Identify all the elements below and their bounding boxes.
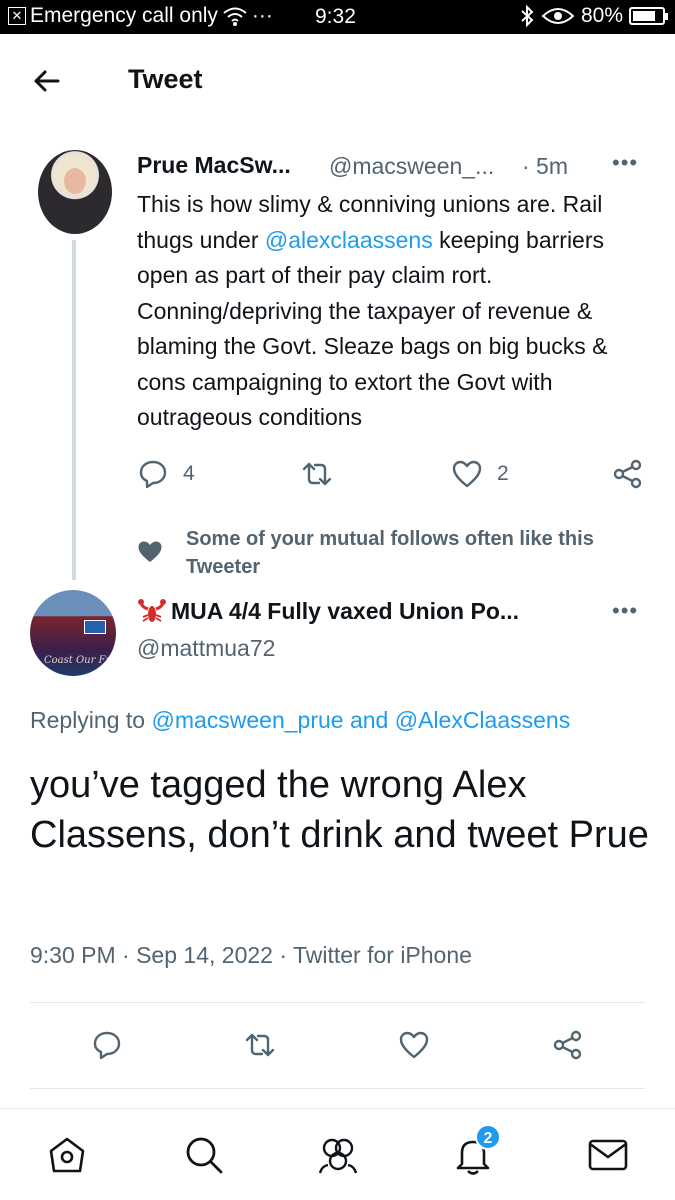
avatar[interactable] [38, 150, 112, 234]
more-options-icon[interactable]: ••• [612, 150, 638, 176]
battery-percent: 80% [580, 4, 623, 27]
replying-prefix: Replying to [30, 707, 152, 733]
more-status-dots: ··· [251, 4, 273, 27]
author-name-text: MUA 4/4 Fully vaxed Union Po... [171, 598, 520, 624]
reply-icon [93, 1031, 121, 1060]
status-left: ✕ Emergency call only ··· [8, 4, 273, 28]
wifi-icon [223, 7, 247, 26]
share-icon [613, 459, 642, 489]
tweet-text-end: keeping barriers open as part of their p… [137, 226, 608, 431]
author-handle[interactable]: @mattmua72 [137, 635, 275, 662]
retweet-icon [245, 1033, 275, 1057]
nav-home[interactable] [45, 1133, 89, 1177]
notification-badge: 2 [475, 1124, 501, 1150]
battery-fill [633, 11, 656, 21]
share-button[interactable] [612, 458, 644, 490]
lobster-emoji-icon [138, 598, 166, 622]
mention-link[interactable]: @alexclaassens [265, 227, 433, 253]
avatar-caption: Coast Our Fu [44, 655, 112, 666]
search-icon [186, 1137, 223, 1174]
share-icon [553, 1030, 582, 1060]
tweet-metadata: 9:30 PM · Sep 14, 2022 · Twitter for iPh… [30, 942, 472, 968]
tweet-text: you’ve tagged the wrong Alex Classens, d… [30, 764, 649, 856]
avatar-face [64, 168, 86, 194]
heart-icon [399, 1031, 429, 1059]
more-options-icon[interactable]: ••• [612, 598, 638, 624]
carrier-text: Emergency call only [30, 4, 218, 27]
divider [30, 1088, 645, 1089]
heart-filled-icon [138, 541, 162, 562]
reply-count: 4 [183, 462, 195, 485]
nav-communities[interactable] [316, 1133, 360, 1177]
heart-icon [452, 460, 482, 488]
retweet-icon [302, 462, 332, 486]
like-button[interactable]: 2 [451, 458, 509, 490]
divider [30, 1002, 645, 1003]
retweet-button[interactable] [244, 1029, 276, 1061]
retweet-button[interactable] [301, 458, 333, 490]
thread-connector-line [72, 240, 76, 580]
reply-icon [139, 460, 167, 489]
status-bar: ✕ Emergency call only ··· 9:32 80% [0, 0, 675, 34]
page-title: Tweet [128, 64, 203, 94]
tweet-text: This is how slimy & conniving unions are… [137, 187, 657, 436]
battery-icon [629, 7, 668, 25]
social-context-label: Some of your mutual follows often like t… [186, 528, 594, 578]
back-arrow-icon[interactable] [30, 64, 64, 98]
nav-search[interactable] [182, 1133, 226, 1177]
reply-button[interactable] [91, 1029, 123, 1061]
bottom-navigation [0, 1108, 675, 1200]
clock: 9:32 [315, 5, 356, 28]
no-sim-icon: ✕ [8, 7, 26, 25]
like-count: 2 [497, 462, 509, 485]
replying-to-mentions[interactable]: @macsween_prue and @AlexClaassens [151, 707, 570, 733]
eye-icon [541, 8, 575, 24]
share-button[interactable] [552, 1029, 584, 1061]
mail-icon [588, 1139, 628, 1171]
like-button[interactable] [398, 1029, 430, 1061]
avatar-flag [84, 620, 106, 634]
tweet-timestamp: · 5m [522, 153, 568, 179]
communities-icon [318, 1138, 358, 1174]
author-name[interactable]: MUA 4/4 Fully vaxed Union Po... [137, 598, 519, 625]
status-right: 80% [519, 4, 668, 28]
author-handle[interactable]: @macsween_... [329, 153, 494, 180]
avatar[interactable]: Coast Our Fu [30, 590, 116, 676]
home-icon [49, 1137, 85, 1173]
bluetooth-icon [521, 5, 534, 27]
author-name[interactable]: Prue MacSw... [137, 152, 291, 179]
reply-button[interactable]: 4 [137, 458, 195, 490]
replying-to-label: Replying to @macsween_prue and @AlexClaa… [30, 707, 570, 734]
nav-messages[interactable] [586, 1133, 630, 1177]
